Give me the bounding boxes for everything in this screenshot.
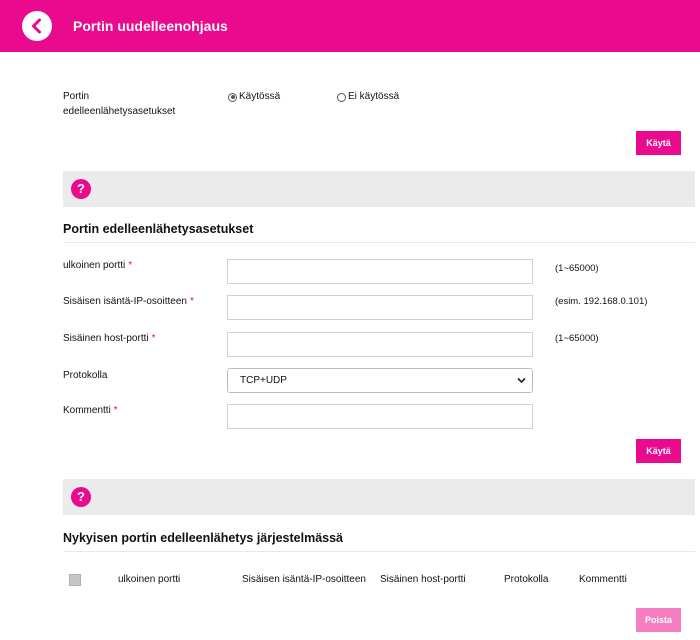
external-port-label: ulkoinen portti * xyxy=(63,260,133,271)
help-icon[interactable]: ? xyxy=(71,179,91,199)
internal-ip-label: Sisäisen isäntä-IP-osoitteen * xyxy=(63,296,194,307)
help-bar-current: ? xyxy=(63,479,695,515)
internal-ip-input[interactable] xyxy=(227,295,533,320)
divider xyxy=(63,551,695,552)
back-button[interactable] xyxy=(22,11,52,41)
column-header-external-port: ulkoinen portti xyxy=(118,574,181,585)
column-header-internal-ip: Sisäisen isäntä-IP-osoitteen xyxy=(242,574,366,585)
current-section-title: Nykyisen portin edelleenlähetys järjeste… xyxy=(63,531,343,545)
chevron-left-icon xyxy=(32,18,41,34)
comment-input[interactable] xyxy=(227,404,533,429)
external-port-input[interactable] xyxy=(227,259,533,284)
protocol-selected-value: TCP+UDP xyxy=(240,375,287,386)
delete-button[interactable]: Poista xyxy=(636,608,681,632)
select-all-checkbox[interactable] xyxy=(69,574,81,586)
comment-label: Kommentti * xyxy=(63,405,118,416)
column-header-internal-port: Sisäinen host-portti xyxy=(380,574,466,585)
protocol-select[interactable]: TCP+UDP xyxy=(227,368,533,393)
radio-enabled-label: Käytössä xyxy=(239,91,281,102)
radio-enabled[interactable]: Käytössä xyxy=(228,91,280,103)
chevron-down-icon xyxy=(517,377,526,384)
column-header-comment: Kommentti xyxy=(579,574,627,585)
help-bar-settings: ? xyxy=(63,171,695,207)
radio-enabled-indicator[interactable] xyxy=(228,92,237,102)
internal-port-input[interactable] xyxy=(227,332,533,357)
page-title: Portin uudelleenohjaus xyxy=(73,18,228,34)
radio-disabled[interactable]: Ei käytössä xyxy=(337,91,399,103)
radio-disabled-label: Ei käytössä xyxy=(348,91,400,102)
internal-port-hint: (1~65000) xyxy=(555,333,599,344)
help-icon[interactable]: ? xyxy=(71,487,91,507)
radio-disabled-indicator[interactable] xyxy=(337,92,346,102)
column-header-protocol: Protokolla xyxy=(504,574,549,585)
external-port-hint: (1~65000) xyxy=(555,263,599,274)
settings-apply-button[interactable]: Käytä xyxy=(636,439,681,463)
internal-ip-hint: (esim. 192.168.0.101) xyxy=(555,296,648,307)
protocol-label: Protokolla xyxy=(63,370,108,381)
enable-apply-button[interactable]: Käytä xyxy=(636,131,681,155)
divider xyxy=(63,242,695,243)
internal-port-label: Sisäinen host-portti * xyxy=(63,333,156,344)
port-forwarding-enable-label: Portin edelleenlähetysasetukset xyxy=(63,91,176,117)
top-bar: Portin uudelleenohjaus xyxy=(0,0,700,52)
settings-section-title: Portin edelleenlähetysasetukset xyxy=(63,222,254,236)
